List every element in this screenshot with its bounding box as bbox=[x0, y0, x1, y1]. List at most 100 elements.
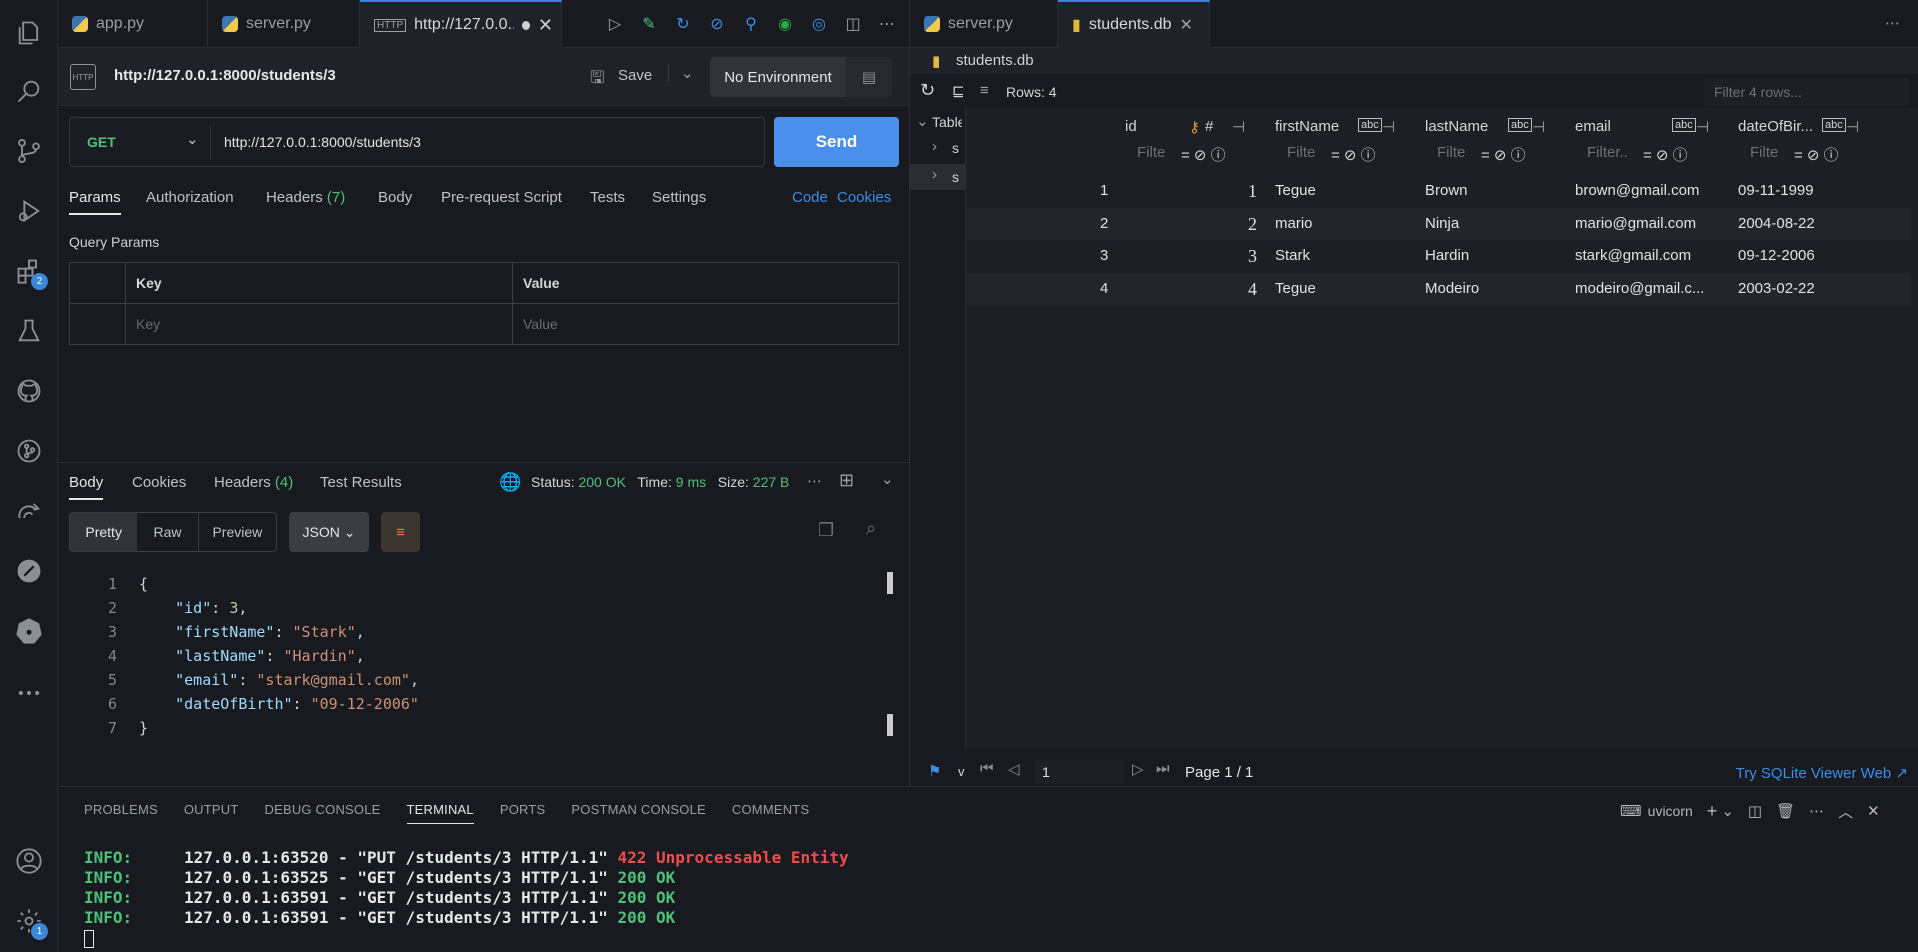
tab-students-db[interactable]: ▮ students.db ✕ bbox=[1058, 0, 1210, 48]
refresh-icon[interactable]: ↻ bbox=[920, 80, 935, 101]
code-link[interactable]: Code bbox=[792, 189, 828, 206]
cell-lastname[interactable]: Ninja bbox=[1425, 208, 1459, 240]
tab-server-py[interactable]: server.py bbox=[208, 0, 360, 48]
terminal-name[interactable]: uvicorn bbox=[1648, 803, 1693, 819]
key-input[interactable]: Key bbox=[126, 304, 513, 345]
value-input[interactable]: Value bbox=[513, 304, 899, 345]
scrollbar-marker[interactable] bbox=[887, 714, 893, 736]
testing-icon[interactable] bbox=[14, 316, 44, 346]
prev-page-icon[interactable]: ◁ bbox=[1008, 760, 1020, 778]
cell-dob[interactable]: 2003-02-22 bbox=[1738, 273, 1815, 305]
panel-tab-ports[interactable]: PORTS bbox=[500, 802, 546, 824]
cell-id[interactable]: 1 bbox=[1248, 175, 1257, 207]
search-icon[interactable] bbox=[14, 76, 44, 106]
chevron-down-icon[interactable]: ⌄ bbox=[1721, 802, 1734, 820]
tab-params[interactable]: Params bbox=[69, 189, 121, 215]
tab-authorization[interactable]: Authorization bbox=[146, 189, 234, 206]
environment-settings-button[interactable]: ▤ bbox=[846, 57, 892, 97]
scrollbar-marker[interactable] bbox=[887, 572, 893, 594]
column-filter-firstname[interactable]: Filte = ⊘ ⓘ bbox=[1277, 144, 1401, 166]
breadcrumb-file[interactable]: students.db bbox=[956, 52, 1034, 69]
column-header-lastname[interactable]: lastName bbox=[1425, 118, 1488, 135]
postman-icon[interactable] bbox=[14, 556, 44, 586]
save-dropdown-icon[interactable]: ⌄ bbox=[668, 64, 694, 82]
tab-test-results[interactable]: Test Results bbox=[320, 474, 402, 491]
save-icon[interactable]: 🖫 bbox=[590, 65, 604, 94]
tree-item[interactable]: s bbox=[952, 140, 959, 156]
split-editor-icon[interactable]: ◫ bbox=[842, 13, 864, 35]
more-icon[interactable] bbox=[14, 678, 44, 708]
try-sqlite-link[interactable]: Try SQLite Viewer Web ↗ bbox=[1736, 764, 1908, 782]
run-icon[interactable]: ▷ bbox=[604, 13, 626, 35]
terminal-output[interactable]: INFO: 127.0.0.1:63520 - "PUT /students/3 … bbox=[84, 848, 1864, 948]
account-icon[interactable] bbox=[14, 846, 44, 876]
cell-firstname[interactable]: Stark bbox=[1275, 240, 1310, 272]
send-button[interactable]: Send bbox=[774, 117, 899, 167]
tab-response-body[interactable]: Body bbox=[69, 474, 104, 500]
menu-icon[interactable]: ≡ bbox=[980, 82, 989, 99]
table-row[interactable]: 1 1 Tegue Brown brown@gmail.com 09-11-1999 bbox=[966, 175, 1910, 207]
column-filter-dateofbirth[interactable]: Filte = ⊘ ⓘ bbox=[1740, 144, 1864, 166]
tab-settings[interactable]: Settings bbox=[652, 189, 706, 206]
tab-response-headers[interactable]: Headers (4) bbox=[214, 474, 293, 491]
cell-email[interactable]: brown@gmail.com bbox=[1575, 175, 1699, 207]
tab-headers[interactable]: Headers (7) bbox=[266, 189, 345, 206]
cell-dob[interactable]: 09-12-2006 bbox=[1738, 240, 1815, 272]
format-select[interactable]: JSON ⌄ bbox=[289, 512, 369, 552]
remote-icon[interactable] bbox=[14, 496, 44, 526]
tab-http-request[interactable]: HTTP http://127.0.0.... ✕ bbox=[360, 0, 562, 48]
collapse-icon[interactable]: ⊑ bbox=[952, 82, 965, 100]
cell-id[interactable]: 4 bbox=[1248, 273, 1257, 305]
github-icon[interactable] bbox=[14, 376, 44, 406]
settings-gear-icon[interactable]: 1 bbox=[14, 906, 48, 940]
sql-icon[interactable]: ⚑ bbox=[928, 762, 941, 780]
table-row[interactable]: 2 2 mario Ninja mario@gmail.com 2004-08-22 bbox=[966, 207, 1910, 240]
cell-lastname[interactable]: Hardin bbox=[1425, 240, 1469, 272]
column-filter-email[interactable]: Filter.. = ⊘ ⓘ bbox=[1577, 144, 1717, 166]
close-panel-icon[interactable]: ✕ bbox=[1867, 802, 1880, 820]
trash-icon[interactable]: 🗑 bbox=[1776, 802, 1795, 820]
tab-app-py[interactable]: app.py bbox=[58, 0, 208, 48]
source-control-icon[interactable] bbox=[14, 136, 44, 166]
environment-selector[interactable]: No Environment bbox=[710, 57, 846, 97]
tab-server-py[interactable]: server.py bbox=[910, 0, 1058, 48]
table-row[interactable]: 3 3 Stark Hardin stark@gmail.com 09-12-2006 bbox=[966, 240, 1910, 272]
first-page-icon[interactable]: ⏮ bbox=[980, 760, 994, 777]
pin-icon[interactable]: ⊣ bbox=[1232, 118, 1245, 136]
split-terminal-icon[interactable]: ◫ bbox=[1748, 802, 1762, 820]
cell-lastname[interactable]: Brown bbox=[1425, 175, 1468, 207]
pretty-button[interactable]: Pretty bbox=[70, 513, 138, 551]
more-actions-icon[interactable]: ⋯ bbox=[1867, 0, 1918, 47]
hierarchy-icon[interactable]: ⚲ bbox=[740, 13, 762, 35]
files-icon[interactable] bbox=[14, 18, 44, 48]
target-icon[interactable]: ◎ bbox=[808, 13, 830, 35]
cell-email[interactable]: modeiro@gmail.c... bbox=[1575, 273, 1704, 305]
edit-icon[interactable]: ✎ bbox=[638, 13, 660, 35]
pin-icon[interactable]: ⊣ bbox=[1532, 118, 1545, 136]
close-icon[interactable]: ✕ bbox=[1180, 15, 1193, 35]
more-icon[interactable]: ⋯ bbox=[807, 472, 822, 490]
cell-email[interactable]: mario@gmail.com bbox=[1575, 208, 1696, 240]
column-filter-lastname[interactable]: Filte = ⊘ ⓘ bbox=[1427, 144, 1551, 166]
url-input[interactable]: http://127.0.0.1:8000/students/3 bbox=[224, 134, 421, 150]
cell-dob[interactable]: 09-11-1999 bbox=[1738, 175, 1814, 207]
maximize-icon[interactable]: ︿ bbox=[1838, 801, 1853, 822]
search-icon[interactable]: ⌕ bbox=[866, 518, 876, 539]
tab-pre-request-script[interactable]: Pre-request Script bbox=[441, 189, 562, 206]
extensions-icon[interactable]: 2 bbox=[14, 256, 48, 290]
next-page-icon[interactable]: ▷ bbox=[1132, 760, 1144, 778]
table-row[interactable]: 4 4 Tegue Modeiro modeiro@gmail.c... 2003-02-… bbox=[966, 272, 1910, 305]
panel-tab-problems[interactable]: PROBLEMS bbox=[84, 802, 158, 824]
filter-rows-input[interactable]: Filter 4 rows... bbox=[1704, 78, 1910, 106]
add-terminal-icon[interactable]: + bbox=[1707, 801, 1718, 822]
cell-id[interactable]: 3 bbox=[1248, 240, 1257, 272]
pin-icon[interactable]: ⊣ bbox=[1696, 118, 1709, 136]
save-button[interactable]: Save bbox=[618, 67, 652, 84]
pin-icon[interactable]: ⊣ bbox=[1846, 118, 1859, 136]
kubernetes-icon[interactable] bbox=[14, 616, 44, 646]
cell-firstname[interactable]: Tegue bbox=[1275, 175, 1316, 207]
panel-tab-comments[interactable]: COMMENTS bbox=[732, 802, 809, 824]
panel-tab-terminal[interactable]: TERMINAL bbox=[406, 802, 474, 824]
column-filter-id[interactable]: Filte = ⊘ ⓘ bbox=[1127, 144, 1251, 166]
chevron-down-icon[interactable]: ⌄ bbox=[186, 130, 199, 148]
